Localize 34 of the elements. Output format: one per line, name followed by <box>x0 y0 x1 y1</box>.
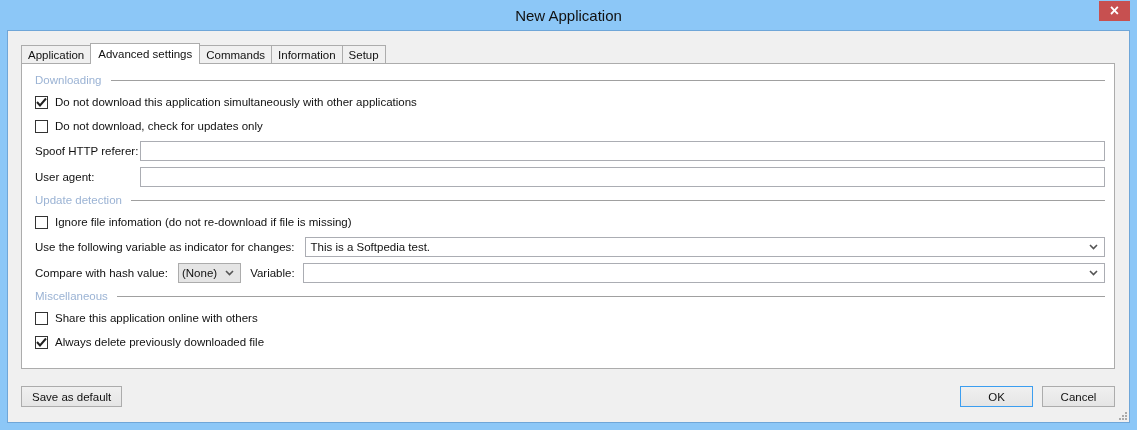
checkbox[interactable] <box>35 215 48 229</box>
tab[interactable]: Setup <box>341 45 386 63</box>
checkbox-label: Ignore file infomation (do not re-download if file is missing) <box>55 216 352 228</box>
checkbox[interactable] <box>35 311 48 325</box>
checkbox-label: Share this application online with others <box>55 312 258 324</box>
input-field[interactable] <box>140 141 1105 161</box>
field-label: User agent: <box>35 171 96 183</box>
checkbox[interactable] <box>35 335 48 349</box>
checkbox-label: Do not download, check for updates only <box>55 120 263 132</box>
cancel-button[interactable]: Cancel <box>1042 386 1115 407</box>
dropdown[interactable]: This is a Softpedia test. <box>304 237 1105 257</box>
resize-grip-icon[interactable] <box>1119 412 1127 420</box>
field-label: Use the following variable as indicator for changes: <box>35 241 295 253</box>
field-label: Compare with hash value: <box>35 267 168 279</box>
tab[interactable]: Advanced settings <box>90 43 201 64</box>
dropdown[interactable]: (None) <box>177 263 242 283</box>
field-label: Spoof HTTP referer: <box>35 145 140 157</box>
checkbox[interactable] <box>35 119 48 133</box>
save-as-default-button[interactable]: Save as default <box>21 386 123 407</box>
chevron-icon <box>225 270 235 276</box>
chevron-icon <box>1089 270 1098 276</box>
section-heading: Update detection <box>35 194 122 206</box>
tab[interactable]: Application <box>21 45 92 63</box>
window-title: New Application <box>515 6 622 24</box>
close-button[interactable]: × <box>1099 1 1130 21</box>
checkbox-label: Do not download this application simultaneously with other applications <box>55 96 417 108</box>
section-heading: Downloading <box>35 74 102 86</box>
checkbox-label: Always delete previously downloaded file <box>55 336 265 348</box>
field-label: Variable: <box>250 267 295 279</box>
input-field[interactable] <box>140 167 1105 187</box>
ok-button[interactable]: OK <box>960 386 1033 407</box>
checkbox[interactable] <box>35 95 48 109</box>
section-heading: Miscellaneous <box>35 290 108 302</box>
chevron-icon <box>1089 244 1098 250</box>
